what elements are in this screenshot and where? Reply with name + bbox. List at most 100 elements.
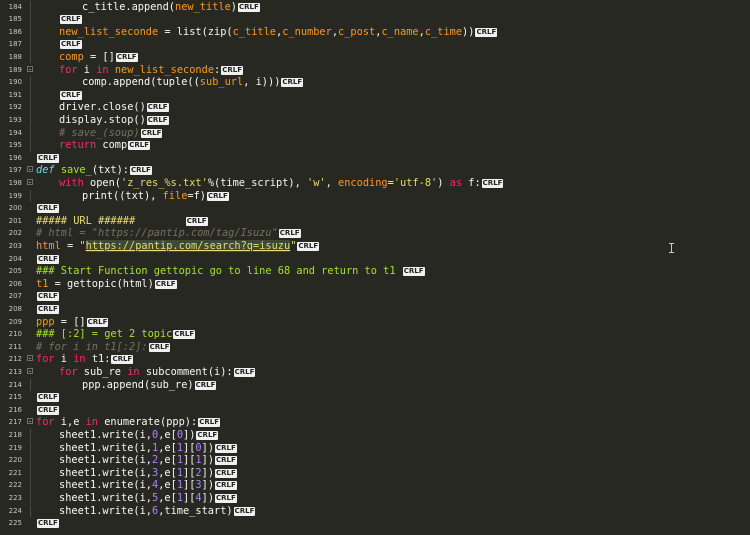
code-line[interactable]: 206 t1 = gettopic(html) CRLF (0, 278, 750, 291)
fold-guide-line (30, 101, 31, 114)
code-line[interactable]: 184 c_title.append(new_title) CRLF (0, 0, 750, 14)
code-line[interactable]: 205 ### Start Function gettopic go to lin… (0, 265, 750, 278)
crlf-marker: CRLF (60, 90, 82, 100)
code-line[interactable]: 196 CRLF (0, 152, 750, 165)
code-line[interactable]: 204 CRLF (0, 253, 750, 266)
line-number: 224 (8, 506, 22, 515)
code-token: save_ (60, 164, 92, 177)
code-line[interactable]: 225 CRLF (0, 517, 750, 530)
code-line[interactable]: 185 CRLF (0, 13, 750, 26)
crlf-marker: CRLF (481, 178, 504, 188)
code-token: i (54, 353, 74, 366)
code-token: ### Start Function gettopic go to line 6… (36, 265, 402, 278)
code-line[interactable]: 224 sheet1.write(i,6,time_start) CRLF (0, 504, 750, 518)
line-number: 213 (8, 367, 22, 376)
code-line[interactable]: 186 new_list_seconde = list(zip(c_title,c… (0, 25, 750, 39)
fold-guide-line (30, 441, 31, 455)
code-line[interactable]: 213 for sub_re in subcomment(i): CRLF (0, 366, 750, 379)
code-line[interactable]: 211 # for i in t1[:2]: CRLF (0, 341, 750, 354)
line-number: 205 (8, 267, 22, 276)
line-number: 185 (8, 15, 22, 24)
code-token: ]) (201, 479, 215, 492)
code-line[interactable]: 214 ppp.append(sub_re) CRLF (0, 378, 750, 392)
code-line[interactable]: 197 def save_(txt): CRLF (0, 164, 750, 177)
line-number: 221 (8, 468, 22, 477)
fold-toggle-icon[interactable] (27, 355, 33, 362)
code-token: with (59, 176, 84, 189)
code-line[interactable]: 208 CRLF (0, 303, 750, 316)
code-token: = list(zip( (158, 25, 233, 38)
code-text: CRLF (59, 38, 82, 51)
code-line[interactable]: 220 sheet1.write(i,2,e[1][1]) CRLF (0, 454, 750, 467)
code-line[interactable]: 201 ##### URL ###### CRLF (0, 215, 750, 228)
code-line[interactable]: 195 return comp CRLF (0, 139, 750, 152)
code-line[interactable]: 200 CRLF (0, 202, 750, 215)
code-line[interactable]: 192 driver.close() CRLF (0, 101, 750, 114)
crlf-marker: CRLF (215, 456, 237, 466)
fold-toggle-icon[interactable] (27, 166, 33, 173)
code-line[interactable]: 190 comp.append(tuple((sub_url, i))) CRLF (0, 76, 750, 89)
code-line[interactable]: 218 sheet1.write(i,0,e[0]) CRLF (0, 428, 750, 442)
crlf-marker: CRLF (60, 40, 82, 50)
code-line[interactable]: 222 sheet1.write(i,4,e[1][3]) CRLF (0, 479, 750, 492)
code-line[interactable]: 217 for i,e in enumerate(ppp): CRLF (0, 416, 750, 429)
code-token: = [] (83, 50, 115, 63)
code-line[interactable]: 223 sheet1.write(i,5,e[1][4]) CRLF (0, 491, 750, 505)
fold-guide-line (30, 0, 31, 14)
code-line[interactable]: 215 CRLF (0, 391, 750, 404)
code-token: =f) (187, 189, 207, 202)
code-text: t1 = gettopic(html) CRLF (36, 278, 177, 291)
crlf-marker: CRLF (148, 342, 171, 352)
crlf-marker: CRLF (140, 128, 163, 138)
code-token: ]) (201, 441, 215, 454)
code-line[interactable]: 216 CRLF (0, 404, 750, 417)
fold-toggle-icon[interactable] (27, 178, 33, 185)
crlf-marker: CRLF (37, 405, 59, 415)
code-line[interactable]: 198 with open('z_res_%s.txt'%(time_script… (0, 177, 750, 190)
code-line[interactable]: 189 for i in new_list_seconde: CRLF (0, 64, 750, 77)
code-line[interactable]: 188 comp = [] CRLF (0, 50, 750, 64)
code-line[interactable]: 210 ### [:2] = get 2 topic CRLF (0, 328, 750, 341)
fold-guide-line (30, 466, 31, 480)
code-token: ,e[ (158, 491, 177, 504)
code-line[interactable]: 187 CRLF (0, 38, 750, 51)
code-line[interactable]: 194 # save_(soup) CRLF (0, 126, 750, 140)
code-line[interactable]: 203 html = "https://pantip.com/search?q=i… (0, 239, 750, 253)
line-number: 191 (8, 90, 22, 99)
code-token: # save_(soup) (59, 126, 140, 139)
code-text: print((txt), file=f) CRLF (82, 190, 229, 203)
fold-toggle-icon[interactable] (27, 65, 33, 72)
code-line[interactable]: 202 # html = "https://pantip.com/tag/Isuz… (0, 227, 750, 240)
fold-toggle-icon[interactable] (27, 367, 33, 374)
code-line[interactable]: 219 sheet1.write(i,1,e[1][0]) CRLF (0, 441, 750, 455)
code-token: sub_url (199, 76, 244, 89)
code-text: CRLF (36, 253, 59, 266)
code-token: html (36, 239, 61, 252)
crlf-marker: CRLF (215, 443, 237, 453)
code-line[interactable]: 191 CRLF (0, 88, 750, 102)
code-line[interactable]: 199 print((txt), file=f) CRLF (0, 189, 750, 203)
crlf-marker: CRLF (130, 166, 152, 176)
code-token: ][ (183, 454, 196, 467)
code-line[interactable]: 212 for i in t1: CRLF (0, 353, 750, 366)
code-line[interactable]: 221 sheet1.write(i,3,e[1][2]) CRLF (0, 466, 750, 480)
text-cursor-icon (669, 243, 675, 253)
code-line[interactable]: 193 display.stop() CRLF (0, 113, 750, 127)
code-token: c_title.append( (82, 0, 175, 13)
code-text: CRLF (36, 290, 59, 303)
code-line[interactable]: 209 ppp = [] CRLF (0, 316, 750, 329)
code-line[interactable]: 207 CRLF (0, 290, 750, 303)
fold-toggle-icon[interactable] (27, 418, 33, 425)
line-number: 209 (8, 317, 22, 326)
code-token: ]) (201, 466, 215, 479)
code-area[interactable]: 184 c_title.append(new_title) CRLF 185 CRLF 1… (0, 0, 750, 535)
code-token: in (73, 353, 86, 366)
line-number: 197 (8, 166, 22, 175)
code-token: # html = " (36, 227, 98, 240)
crlf-marker: CRLF (115, 52, 138, 62)
fold-guide-line (30, 88, 31, 102)
code-token: file (162, 189, 188, 202)
code-text: comp = [] CRLF (59, 51, 138, 64)
line-number: 207 (8, 292, 22, 301)
code-editor[interactable]: 184 c_title.append(new_title) CRLF 185 CRLF 1… (0, 0, 750, 535)
